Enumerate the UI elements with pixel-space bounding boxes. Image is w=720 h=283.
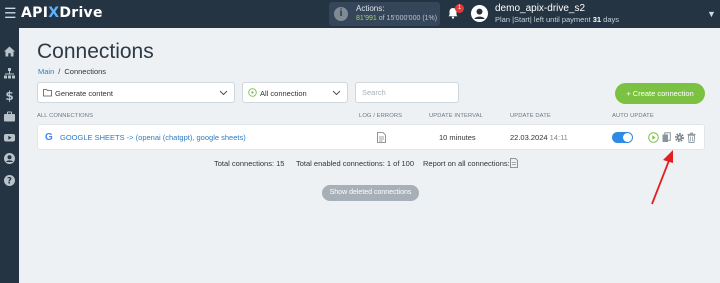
actions-value: 81'991 of 15'000'000 (1%) — [356, 15, 437, 22]
report-file-icon[interactable] — [510, 158, 518, 168]
connection-name-link[interactable]: GOOGLE SHEETS -> (openai (chatgpt), goog… — [60, 133, 246, 142]
chevron-down-icon — [219, 90, 228, 96]
logo-x: X — [48, 5, 60, 21]
copy-icon[interactable] — [661, 132, 672, 143]
sitemap-icon[interactable] — [3, 67, 16, 80]
search-input[interactable] — [355, 82, 459, 103]
header-update-date: UPDATE DATE — [510, 113, 551, 119]
google-icon: G — [45, 132, 53, 143]
header-update-interval: UPDATE INTERVAL — [429, 113, 484, 119]
briefcase-icon[interactable] — [3, 110, 16, 123]
auto-update-toggle[interactable] — [612, 132, 633, 143]
trash-icon[interactable] — [686, 132, 697, 143]
status-dropdown-value: All connection — [260, 89, 307, 98]
logo-prefix: API — [21, 5, 49, 21]
user-circle-icon[interactable] — [3, 152, 16, 165]
log-file-icon[interactable] — [377, 132, 386, 143]
actions-of: of 15'000'000 — [378, 15, 421, 22]
logo-suffix: Drive — [59, 5, 103, 21]
show-deleted-connections-button[interactable]: Show deleted connections — [322, 185, 419, 201]
svg-text:$: $ — [5, 89, 13, 102]
svg-text:?: ? — [7, 177, 12, 187]
gear-icon[interactable] — [674, 132, 685, 143]
total-connections: Total connections: 15 — [214, 159, 285, 168]
actions-used: 81'991 — [356, 15, 377, 22]
breadcrumb: Main / Connections — [38, 67, 106, 76]
plan-days: 31 — [592, 15, 602, 24]
user-avatar-icon[interactable] — [471, 5, 488, 22]
breadcrumb-main[interactable]: Main — [38, 67, 54, 76]
breadcrumb-separator: / — [58, 67, 61, 76]
plan-suffix: days — [603, 15, 619, 24]
header-auto-update: AUTO UPDATE — [612, 113, 654, 119]
actions-counter: i Actions: 81'991 of 15'000'000 (1%) — [329, 2, 440, 26]
sidebar: $ ? — [0, 28, 19, 283]
annotation-arrow — [651, 150, 673, 205]
status-dropdown[interactable]: All connection — [242, 82, 348, 103]
header-all-connections: ALL CONNECTIONS — [37, 113, 94, 119]
help-icon[interactable]: ? — [3, 174, 16, 187]
plan-info: Plan |Start| left until payment 31 days — [495, 15, 619, 24]
chevron-down-icon — [332, 90, 341, 96]
play-circle-icon — [248, 88, 257, 97]
total-enabled-connections: Total enabled connections: 1 of 100 — [296, 159, 415, 168]
folder-icon — [43, 89, 52, 97]
notification-badge: 1 — [455, 4, 464, 13]
actions-label: Actions: — [356, 4, 385, 13]
create-connection-button[interactable]: + Create connection — [615, 83, 705, 104]
youtube-icon[interactable] — [3, 131, 16, 144]
breadcrumb-current: Connections — [64, 67, 107, 76]
user-name[interactable]: demo_apix-drive_s2 — [495, 3, 585, 14]
update-interval: 10 minutes — [439, 133, 476, 142]
account-dropdown-icon[interactable]: ▼ — [707, 9, 716, 19]
header-log-errors: LOG / ERRORS — [359, 113, 403, 119]
play-icon[interactable] — [648, 132, 659, 143]
page-title: Connections — [37, 40, 154, 63]
table-row: G GOOGLE SHEETS -> (openai (chatgpt), go… — [37, 124, 705, 150]
logo[interactable]: APIXDrive — [21, 5, 103, 21]
folder-dropdown-value: Generate content — [55, 89, 113, 98]
dollar-icon[interactable]: $ — [3, 89, 16, 102]
update-date: 22.03.2024 14:11 — [510, 133, 568, 142]
update-date-time: 14:11 — [549, 133, 568, 142]
actions-pct: (1%) — [422, 15, 438, 22]
info-icon[interactable]: i — [334, 7, 348, 21]
folder-dropdown[interactable]: Generate content — [37, 82, 235, 103]
top-bar: ☰ APIXDrive i Actions: 81'991 of 15'000'… — [0, 0, 720, 28]
toggle-knob — [623, 133, 632, 142]
report-label: Report on all connections: — [423, 159, 510, 168]
update-date-day: 22.03.2024 — [510, 133, 548, 142]
home-icon[interactable] — [3, 45, 16, 58]
menu-icon[interactable]: ☰ — [4, 5, 17, 22]
plan-prefix: Plan |Start| left until payment — [495, 15, 591, 24]
